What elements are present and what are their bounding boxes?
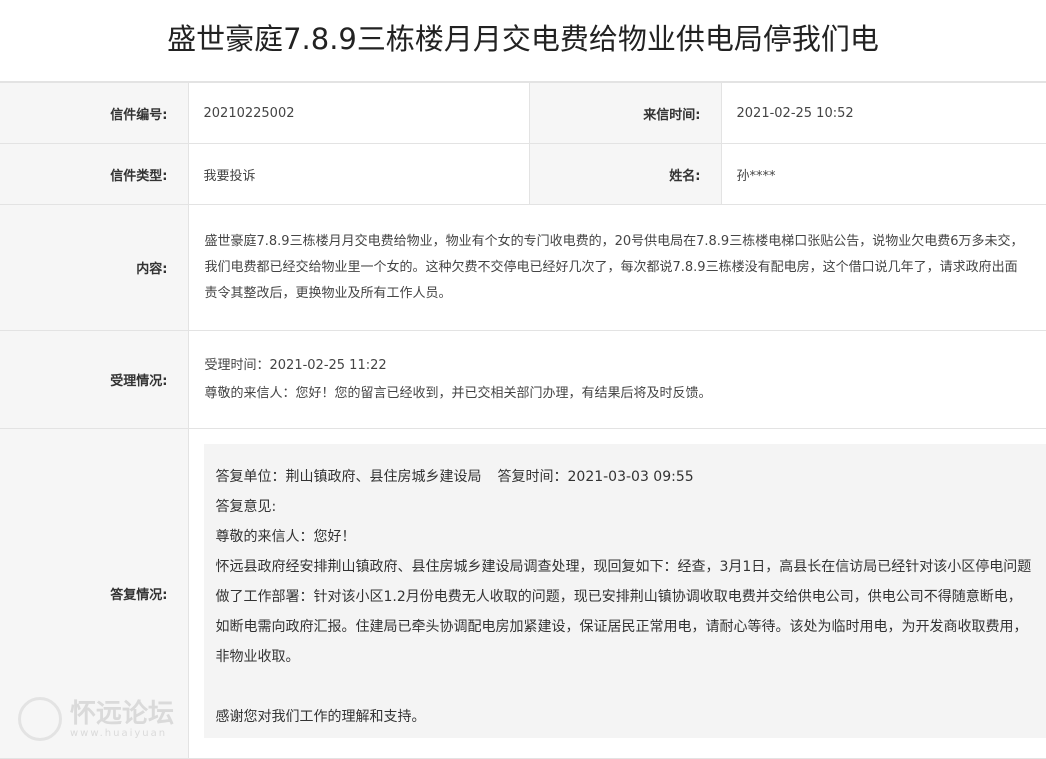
content-label: 内容: bbox=[0, 204, 189, 331]
sender-name-label: 姓名: bbox=[528, 143, 722, 205]
letter-type-value: 我要投诉 bbox=[187, 143, 530, 205]
letter-number-label: 信件编号: bbox=[0, 82, 189, 144]
row-number-time: 信件编号: 20210225002 来信时间: 2021-02-25 10:52 bbox=[0, 82, 1046, 144]
letter-number-value: 20210225002 bbox=[187, 82, 530, 144]
reply-thanks: 感谢您对我们工作的理解和支持。 bbox=[215, 709, 426, 725]
acceptance-time: 受理时间：2021-02-25 11:22 bbox=[204, 357, 387, 373]
acceptance-label: 受理情况: bbox=[0, 330, 189, 429]
reply-label: 答复情况: bbox=[0, 428, 189, 759]
reply-box: 答复单位：荆山镇政府、县住房城乡建设局 答复时间：2021-03-03 09:55… bbox=[203, 444, 1046, 738]
letter-type-label: 信件类型: bbox=[0, 143, 189, 205]
reply-time: 答复时间：2021-03-03 09:55 bbox=[497, 469, 694, 485]
letter-time-value: 2021-02-25 10:52 bbox=[720, 82, 1046, 144]
reply-body: 怀远县政府经安排荆山镇政府、县住房城乡建设局调查处理，现回复如下：经查，3月1日… bbox=[215, 559, 1032, 665]
reply-unit: 答复单位：荆山镇政府、县住房城乡建设局 bbox=[215, 469, 482, 485]
reply-greeting: 尊敬的来信人：您好！ bbox=[215, 529, 356, 545]
letter-content: 盛世豪庭7.8.9三栋楼月月交电费给物业，物业有个女的专门收电费的，20号供电局… bbox=[204, 233, 1024, 301]
sender-name-value: 孙**** bbox=[720, 143, 1046, 205]
row-acceptance: 受理情况: 受理时间：2021-02-25 11:22 尊敬的来信人：您好！您的… bbox=[0, 330, 1046, 429]
page-title: 盛世豪庭7.8.9三栋楼月月交电费给物业供电局停我们电 bbox=[0, 0, 1046, 82]
letter-time-label: 来信时间: bbox=[528, 82, 722, 144]
row-type-name: 信件类型: 我要投诉 姓名: 孙**** bbox=[0, 143, 1046, 205]
row-reply: 答复情况: 答复单位：荆山镇政府、县住房城乡建设局 答复时间：2021-03-03… bbox=[0, 428, 1046, 759]
letter-info-table: 信件编号: 20210225002 来信时间: 2021-02-25 10:52… bbox=[0, 82, 1046, 759]
acceptance-message: 尊敬的来信人：您好！您的留言已经收到，并已交相关部门办理，有结果后将及时反馈。 bbox=[204, 385, 712, 401]
row-content: 内容: 盛世豪庭7.8.9三栋楼月月交电费给物业，物业有个女的专门收电费的，20… bbox=[0, 204, 1046, 331]
reply-opinion-label: 答复意见: bbox=[215, 499, 277, 515]
